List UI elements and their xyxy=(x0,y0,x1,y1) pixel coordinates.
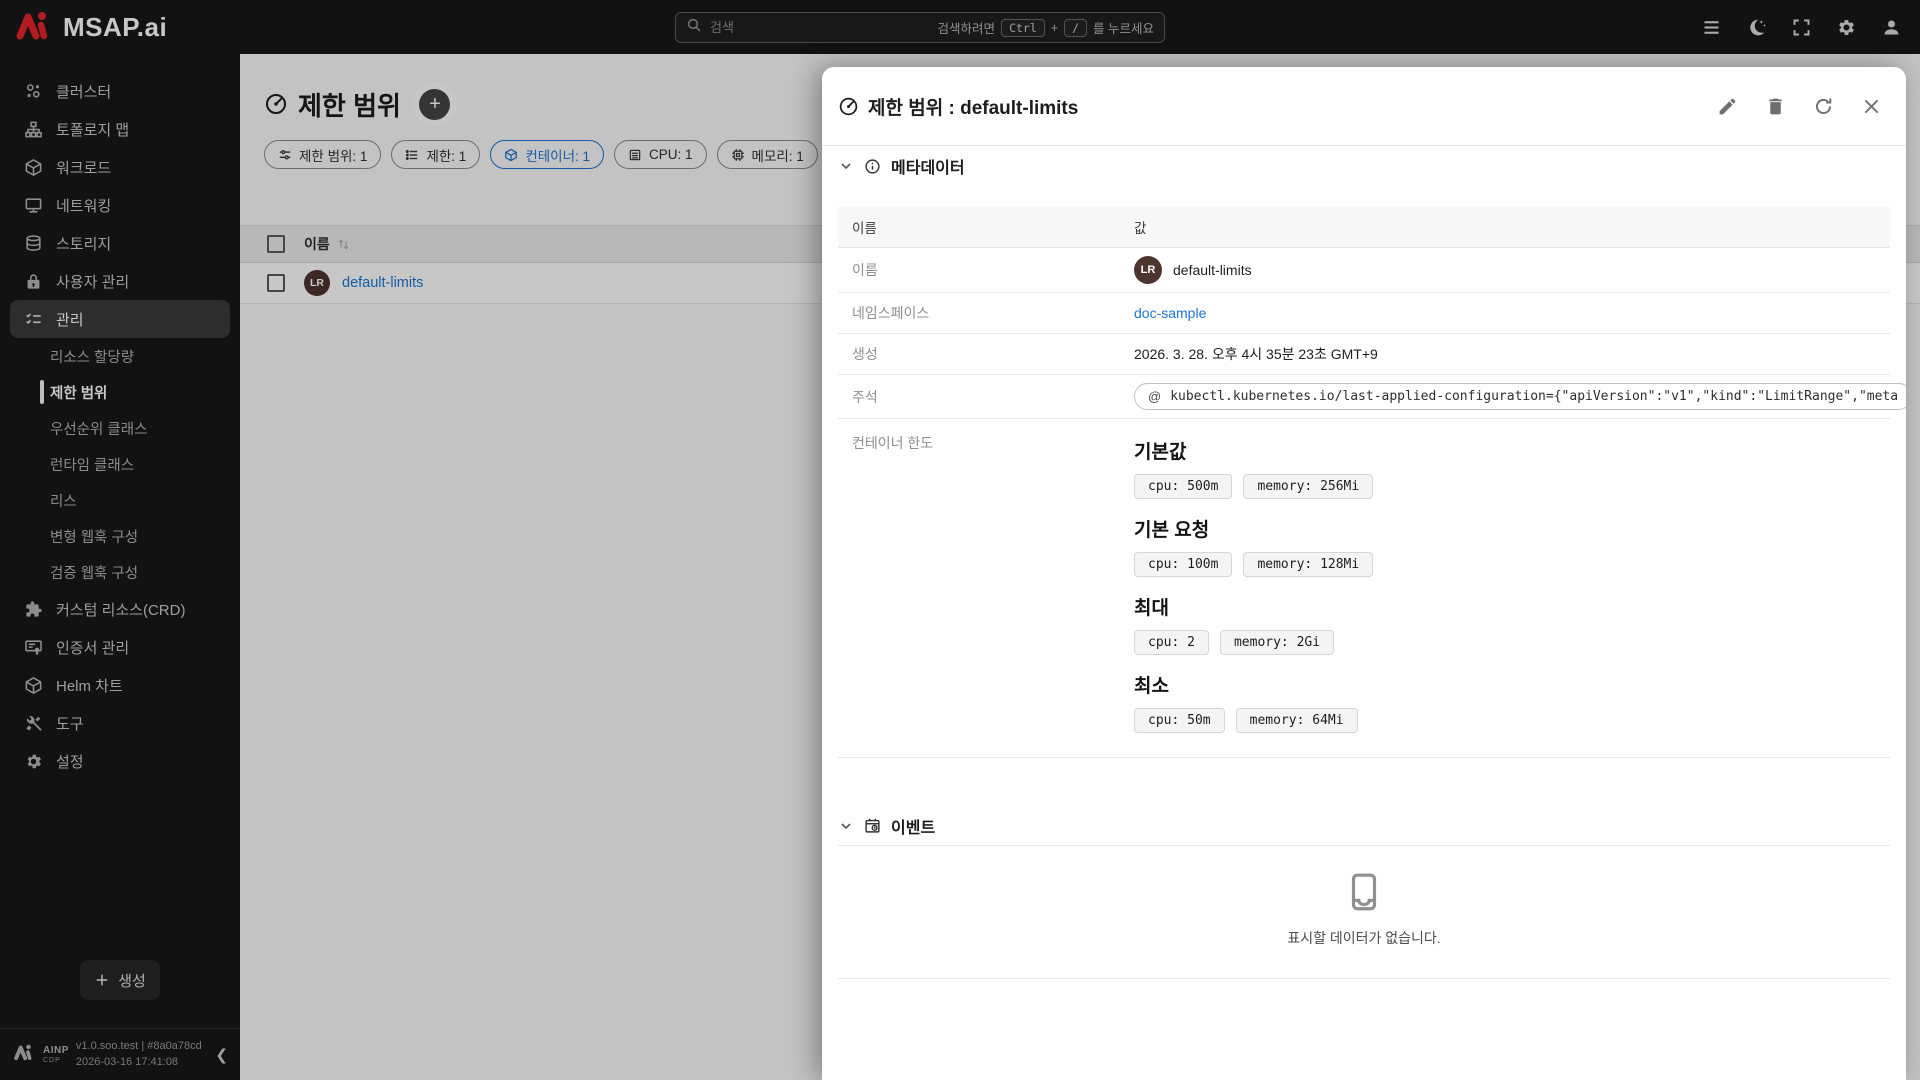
metadata-row-namespace: 네임스페이스 doc-sample xyxy=(838,293,1890,334)
limit-value-chip: memory: 2Gi xyxy=(1219,630,1335,655)
delete-icon[interactable] xyxy=(1765,96,1786,117)
name-value-cell: LR default-limits xyxy=(1134,256,1886,284)
created-timestamp: 2026. 3. 28. 오후 4시 35분 23초 GMT+9 xyxy=(1134,346,1378,362)
section-title: 이벤트 xyxy=(891,819,936,837)
drawer-body: 메타데이터 이름 값 이름 LR default-limits 네임스페이스 d… xyxy=(822,146,1906,979)
limit-range-gauge-icon xyxy=(839,97,858,115)
empty-tray-icon xyxy=(1351,873,1377,911)
chevron-down-icon[interactable] xyxy=(838,818,854,834)
metadata-header-row: 이름 값 xyxy=(838,207,1890,248)
limit-group-min: 최소 cpu: 50m memory: 64Mi xyxy=(1134,671,1886,733)
metadata-row-container-limits: 컨테이너 한도 기본값 cpu: 500m memory: 256Mi 기본 요… xyxy=(838,419,1890,758)
close-icon[interactable] xyxy=(1861,96,1882,117)
app-root: MSAP.ai 검색하려면 Ctrl + / 를 누르세요 xyxy=(0,0,1920,1080)
resource-name: default-limits xyxy=(1173,262,1252,278)
col-header-name: 이름 xyxy=(852,221,877,236)
annotation-text: kubectl.kubernetes.io/last-applied-confi… xyxy=(1170,389,1899,404)
metadata-row-name: 이름 LR default-limits xyxy=(838,248,1890,293)
events-empty-state: 표시할 데이터가 없습니다. xyxy=(838,846,1890,979)
limit-value-chip: memory: 128Mi xyxy=(1243,552,1374,577)
metadata-table: 이름 값 이름 LR default-limits 네임스페이스 doc-sam… xyxy=(838,207,1906,758)
limit-value-chip: cpu: 100m xyxy=(1134,552,1233,577)
col-header-value: 값 xyxy=(1134,221,1147,236)
limit-value-chip: cpu: 50m xyxy=(1134,708,1225,733)
refresh-icon[interactable] xyxy=(1813,96,1834,117)
limit-value-chip: memory: 256Mi xyxy=(1243,474,1374,499)
metadata-row-annotations: 주석 @ kubectl.kubernetes.io/last-applied-… xyxy=(838,375,1906,419)
calendar-clock-icon xyxy=(865,818,880,833)
namespace-link[interactable]: doc-sample xyxy=(1134,305,1206,321)
section-title: 메타데이터 xyxy=(891,160,965,177)
empty-state-text: 표시할 데이터가 없습니다. xyxy=(1287,930,1441,946)
limit-group-max: 최대 cpu: 2 memory: 2Gi xyxy=(1134,593,1886,655)
events-section-header: 이벤트 xyxy=(838,806,1890,846)
metadata-section-header: 메타데이터 xyxy=(838,146,1890,186)
resource-avatar: LR xyxy=(1134,256,1162,284)
limit-value-chip: cpu: 500m xyxy=(1134,474,1233,499)
chevron-down-icon[interactable] xyxy=(838,158,854,174)
limit-group-default-request: 기본 요청 cpu: 100m memory: 128Mi xyxy=(1134,515,1886,577)
limit-value-chip: cpu: 2 xyxy=(1134,630,1209,655)
edit-icon[interactable] xyxy=(1717,96,1738,117)
limit-group-default: 기본값 cpu: 500m memory: 256Mi xyxy=(1134,437,1886,499)
drawer-header: 제한 범위 : default-limits xyxy=(822,67,1906,146)
events-section: 이벤트 표시할 데이터가 없습니다. xyxy=(838,806,1890,979)
info-icon xyxy=(865,158,880,174)
drawer-actions xyxy=(1717,96,1882,117)
limit-value-chip: memory: 64Mi xyxy=(1235,708,1358,733)
annotation-pill[interactable]: @ kubectl.kubernetes.io/last-applied-con… xyxy=(1134,383,1906,410)
detail-drawer: 제한 범위 : default-limits 메타데이터 이름 값 이름 LR … xyxy=(822,67,1906,1080)
metadata-row-created: 생성 2026. 3. 28. 오후 4시 35분 23초 GMT+9 xyxy=(838,334,1890,375)
at-icon: @ xyxy=(1148,389,1162,404)
drawer-title: 제한 범위 : default-limits xyxy=(838,93,1078,120)
